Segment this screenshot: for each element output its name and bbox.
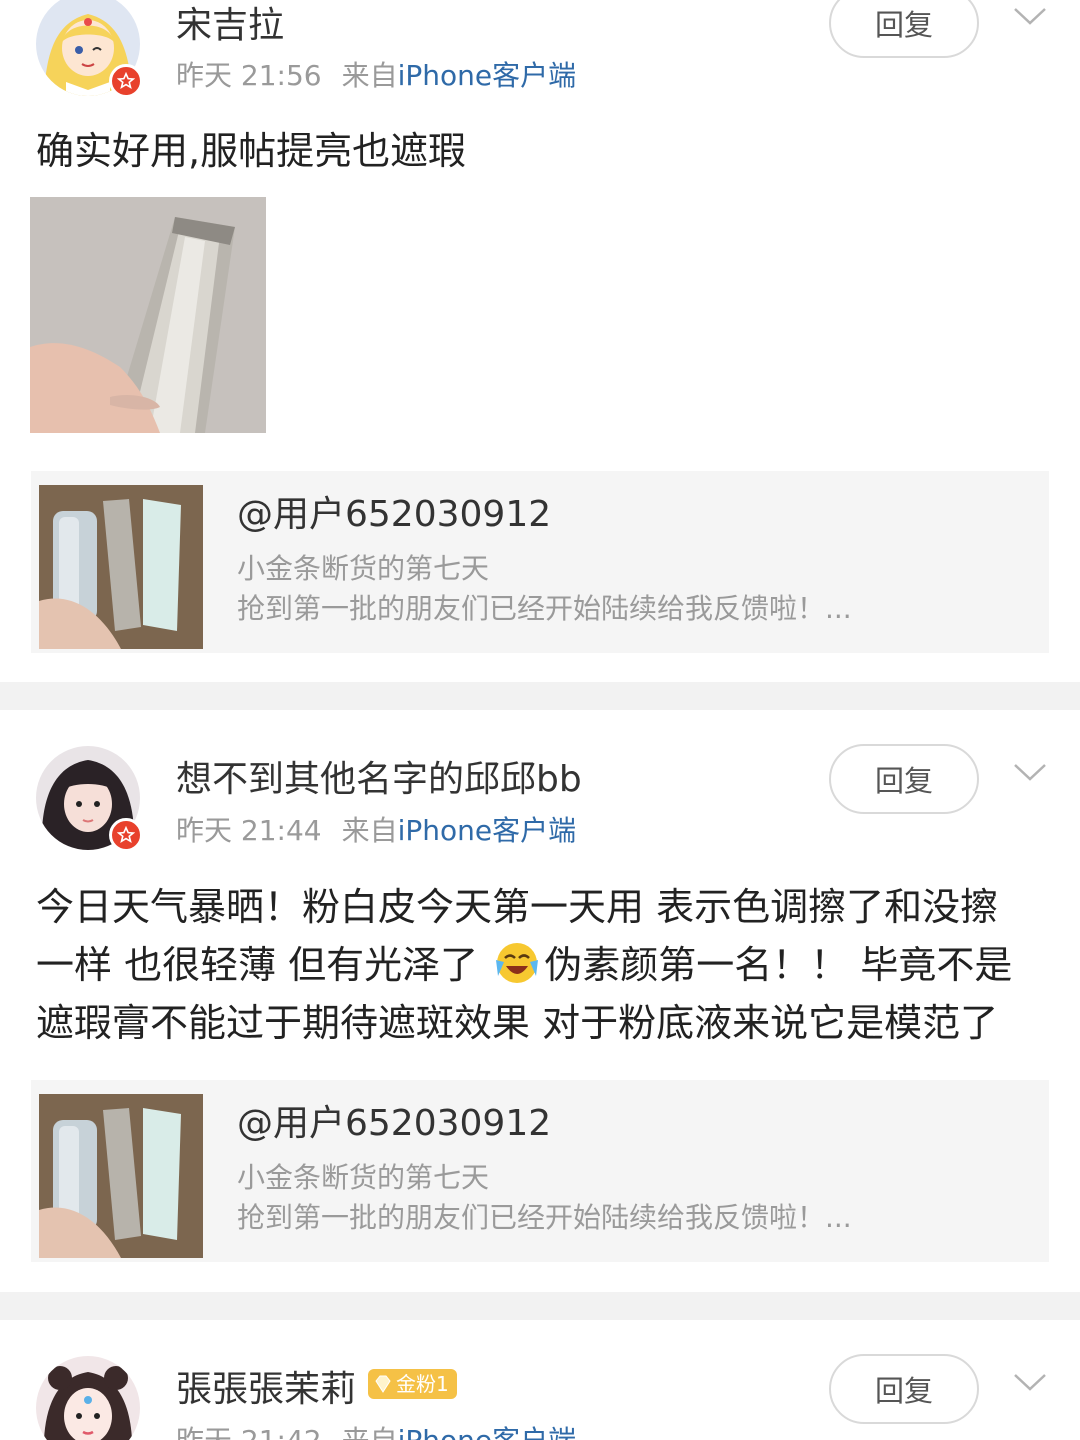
comment-text-line: 今日天气暴晒！粉白皮今天第一天用 表示色调擦了和没擦 [36, 885, 999, 929]
verified-badge-icon [109, 64, 143, 98]
quoted-post-thumbnail [31, 1080, 203, 1262]
quoted-post-line: 抢到第一批的朋友们已经开始陆续给我反馈啦！... [237, 592, 852, 625]
chevron-down-icon[interactable] [1012, 1370, 1048, 1394]
comment-meta: 昨天 21:42 来自iPhone客户端 [176, 1423, 576, 1440]
verified-badge-icon [109, 818, 143, 852]
chevron-down-icon[interactable] [1012, 4, 1048, 28]
source-link[interactable]: iPhone客户端 [398, 59, 577, 92]
timestamp: 昨天 21:44 [176, 814, 322, 847]
reply-button[interactable]: 回复 [829, 0, 979, 58]
source-prefix: 来自 [341, 814, 398, 847]
username[interactable]: 想不到其他名字的邱邱bb [176, 758, 582, 802]
comment-meta: 昨天 21:44 来自iPhone客户端 [176, 813, 576, 849]
source-link[interactable]: iPhone客户端 [398, 814, 577, 847]
divider [0, 682, 1080, 710]
comment-item: 張張張茉莉金粉1 昨天 21:42 来自iPhone客户端 回复 [0, 1320, 1080, 1440]
fan-level-badge: 金粉1 [368, 1369, 457, 1399]
chevron-down-icon[interactable] [1012, 760, 1048, 784]
quoted-post-card[interactable]: @用户652030912 小金条断货的第七天 抢到第一批的朋友们已经开始陆续给我… [31, 1080, 1049, 1262]
source-prefix: 来自 [342, 1424, 398, 1440]
comment-item: 想不到其他名字的邱邱bb 昨天 21:44 来自iPhone客户端 回复 今日天气… [0, 710, 1080, 1292]
divider [0, 1292, 1080, 1320]
reply-button[interactable]: 回复 [829, 1354, 979, 1424]
timestamp: 昨天 21:42 [176, 1424, 322, 1440]
avatar[interactable] [36, 1356, 140, 1440]
source-prefix: 来自 [341, 59, 398, 92]
username[interactable]: 宋吉拉 [176, 4, 284, 48]
comment-text-line: 一样 也很轻薄 但有光泽了 伪素颜第一名！！ 毕竟不是 [36, 936, 1048, 994]
diamond-icon [375, 1375, 391, 1393]
reply-button[interactable]: 回复 [829, 744, 979, 814]
quoted-post-thumbnail [31, 471, 203, 653]
quoted-post-line: 小金条断货的第七天 [237, 552, 490, 585]
comment-meta: 昨天 21:56 来自iPhone客户端 [176, 58, 576, 94]
comment-text: 今日天气暴晒！粉白皮今天第一天用 表示色调擦了和没擦 一样 也很轻薄 但有光泽了… [36, 878, 1048, 1052]
source-link[interactable]: iPhone客户端 [398, 1424, 577, 1440]
comment-text-line: 遮瑕膏不能过于期待遮斑效果 对于粉底液来说它是模范了 [36, 1001, 999, 1045]
comment-text: 确实好用,服帖提亮也遮瑕 [36, 129, 467, 173]
comment-photo[interactable] [30, 197, 266, 433]
quoted-post-author: @用户652030912 [237, 494, 552, 535]
quoted-post-author: @用户652030912 [237, 1103, 552, 1144]
comment-item: 宋吉拉 昨天 21:56 来自iPhone客户端 回复 确实好用,服帖提亮也遮瑕 [0, 0, 1080, 682]
crying-laughing-emoji [496, 943, 539, 983]
timestamp: 昨天 21:56 [176, 59, 322, 92]
quoted-post-card[interactable]: @用户652030912 小金条断货的第七天 抢到第一批的朋友们已经开始陆续给我… [31, 471, 1049, 653]
username[interactable]: 張張張茉莉 金粉1 [176, 1368, 457, 1412]
quoted-post-line: 小金条断货的第七天 [237, 1161, 490, 1194]
quoted-post-line: 抢到第一批的朋友们已经开始陆续给我反馈啦！... [237, 1201, 852, 1234]
